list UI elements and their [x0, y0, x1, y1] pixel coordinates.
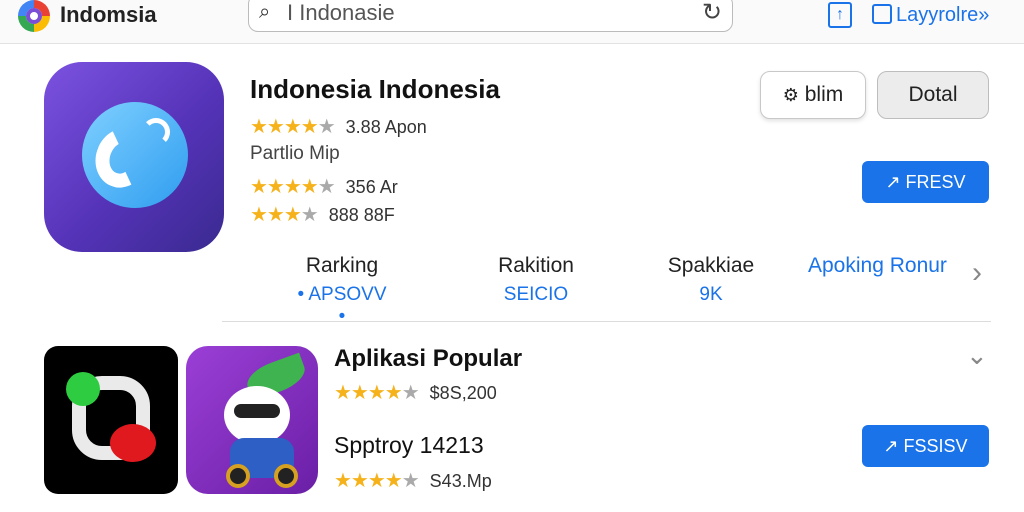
featured-subtitle: Partlio Mip: [250, 143, 340, 164]
detail-button[interactable]: Dotal: [877, 71, 989, 119]
star-rating: ★★★★★: [250, 116, 336, 138]
wheel-shape: [226, 464, 250, 488]
search-icon: ⌕: [259, 1, 271, 23]
chevron-right-icon[interactable]: ›: [972, 256, 982, 290]
blim-button[interactable]: ⚙ blim: [760, 71, 866, 119]
stat-value: SEICIO: [503, 284, 569, 305]
reload-icon[interactable]: ↻: [702, 0, 722, 27]
popular-rating-row-2: ★★★★★ S43.Mp: [334, 468, 492, 493]
external-link-icon: [872, 4, 892, 24]
section-title: Aplikasi Popular: [334, 345, 523, 372]
section-divider: [222, 321, 991, 322]
share-icon[interactable]: ↑: [828, 2, 852, 28]
popular-app-name[interactable]: Spptroy 14213: [334, 432, 484, 459]
stat-label: Rarking: [305, 254, 379, 277]
stat-rakition: Rakition SEICIO: [486, 254, 586, 306]
wheel-shape: [274, 464, 298, 488]
stat-label: Rakition: [498, 254, 574, 277]
rating-row-3: ★★★★ 888 88F: [250, 202, 395, 227]
open-button[interactable]: ↗ FRESV: [862, 161, 989, 203]
search-bar[interactable]: ⌕ ↻: [248, 0, 733, 32]
rating-text: $8S,200: [429, 383, 497, 403]
chevron-down-icon[interactable]: ⌄: [966, 340, 988, 371]
stats-more-link[interactable]: Apoking Ronur: [808, 254, 947, 278]
signal-wave-shape: [142, 118, 170, 146]
open-button-label: FSSISV: [903, 435, 968, 456]
top-link-label: Layyrolre»: [896, 4, 990, 26]
open-button-label: FRESV: [905, 171, 966, 192]
top-bar: Indomsia ⌕ ↻ ↑ Layyrolre»: [0, 0, 1024, 44]
star-rating: ★★★★★: [334, 382, 420, 404]
app-logo[interactable]: [18, 0, 50, 32]
rating-row-2: ★★★★★ 356 Ar: [250, 174, 398, 199]
popular-rating-row-1: ★★★★★ $8S,200: [334, 380, 497, 405]
external-link-icon: ↗: [883, 435, 899, 456]
red-dot-shape: [110, 424, 156, 462]
stat-value: 9K: [699, 284, 723, 305]
settings-icon: ⚙: [782, 85, 799, 105]
star-rating: ★★★★: [250, 204, 319, 226]
rating-text: 888 88F: [328, 205, 395, 225]
rating-text: 356 Ar: [345, 177, 398, 197]
green-dot-shape: [66, 372, 100, 406]
popular-app-icon-2[interactable]: [186, 346, 318, 494]
blim-button-label: blim: [804, 83, 844, 106]
panda-character: [224, 386, 290, 444]
popular-app-icon-1[interactable]: [44, 346, 178, 494]
app-title: Indomsia: [60, 2, 157, 27]
rating-text: 3.88 Apon: [345, 117, 427, 137]
featured-app-icon[interactable]: [44, 62, 224, 252]
star-rating: ★★★★★: [334, 470, 420, 492]
open-button-2[interactable]: ↗ FSSISV: [862, 425, 989, 467]
rating-row-1: ★★★★★ 3.88 Apon: [250, 114, 427, 139]
stat-ranking: Rarking • APSOVV •: [292, 254, 392, 328]
featured-app-name[interactable]: Indonesia Indonesia: [250, 74, 500, 105]
stat-label: Spakkiae: [667, 254, 755, 277]
search-input[interactable]: [287, 1, 687, 25]
external-link-icon: ↗: [885, 171, 901, 192]
top-link[interactable]: Layyrolre»: [872, 4, 989, 27]
stat-spakkiae: Spakkiae 9K: [660, 254, 762, 306]
star-rating: ★★★★★: [250, 176, 336, 198]
rating-text: S43.Mp: [429, 471, 492, 491]
